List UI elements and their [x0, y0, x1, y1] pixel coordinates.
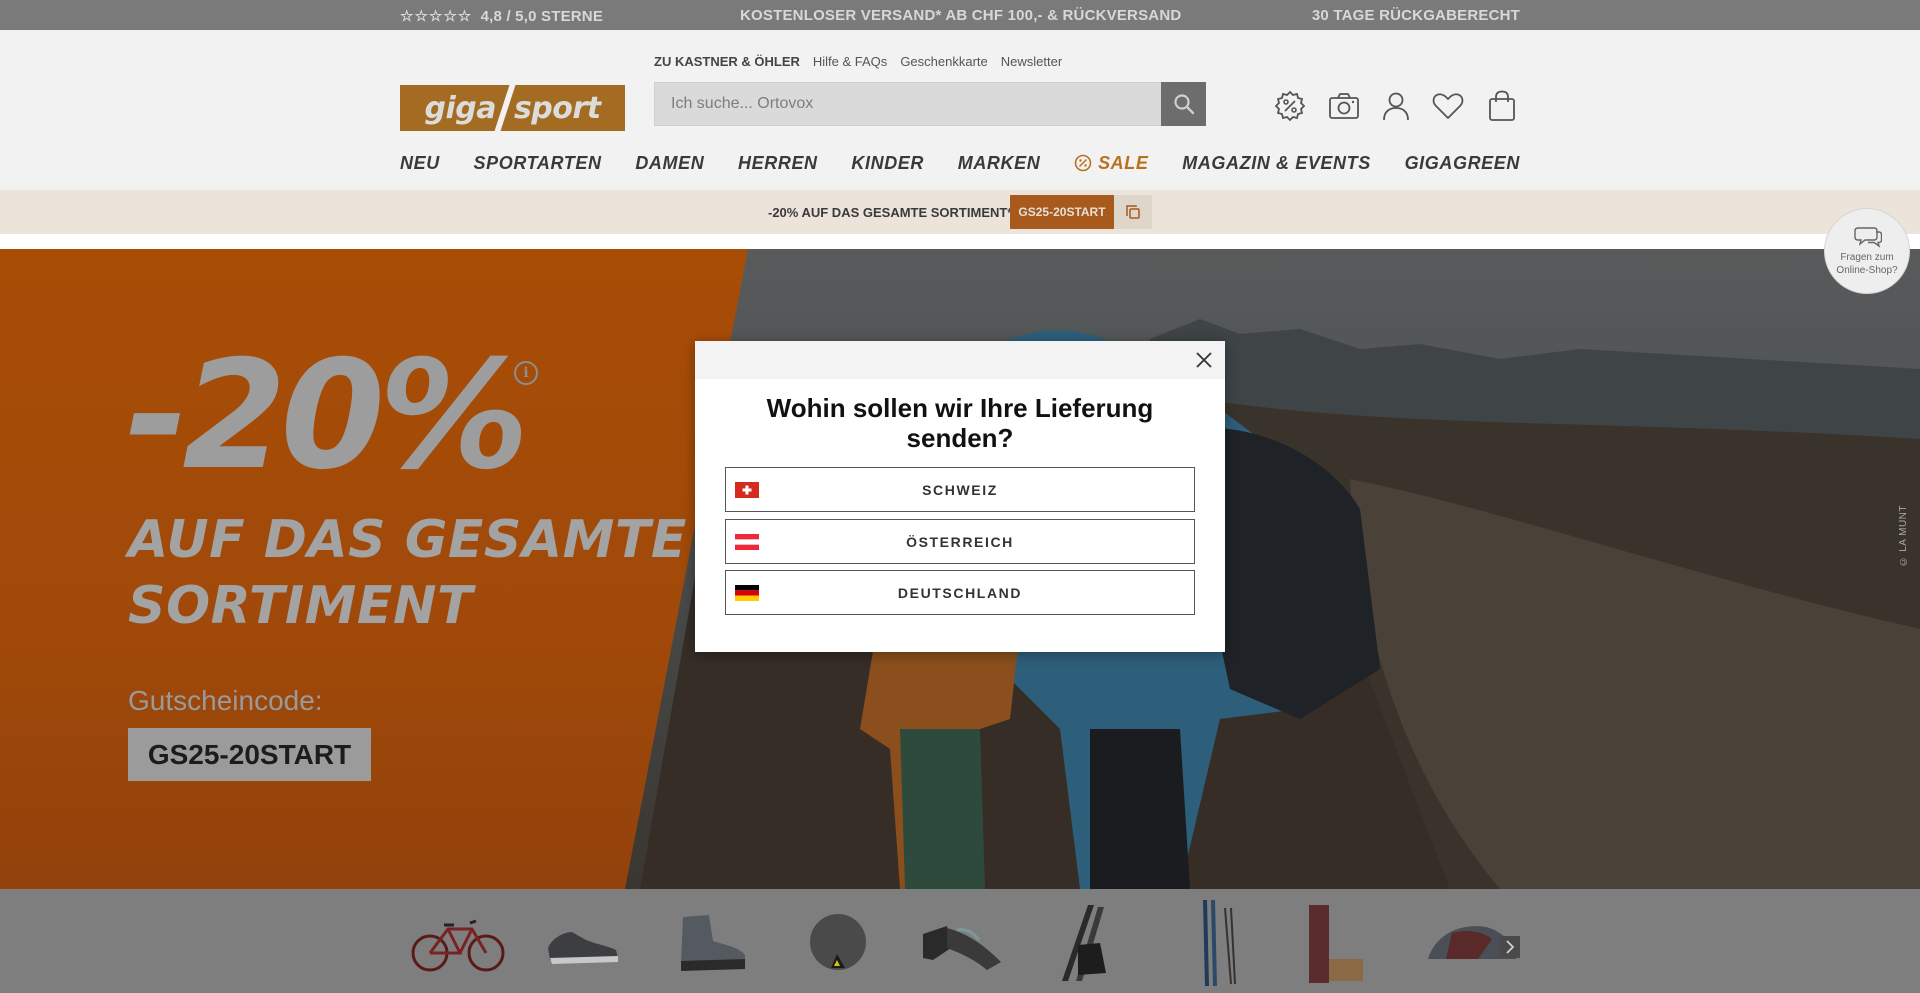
promo-text: -20% AUF DAS GESAMTE SORTIMENT*: [768, 205, 1013, 220]
category-climbing-shoes[interactable]: [912, 903, 1012, 983]
logo-text-sport: sport: [513, 90, 601, 126]
search-box: [654, 82, 1162, 126]
camera-icon: [1329, 93, 1359, 119]
copy-icon: [1126, 205, 1140, 219]
shipping-info: KOSTENLOSER VERSAND* AB CHF 100,- & RÜCK…: [740, 7, 1182, 24]
country-label: DEUTSCHLAND: [897, 584, 1023, 601]
link-help-faq[interactable]: Hilfe & FAQs: [813, 54, 887, 69]
nav-item-gigagreen[interactable]: GIGAGREEN: [1405, 153, 1520, 174]
carousel-next-button[interactable]: [1500, 936, 1520, 958]
logo-separator: [494, 85, 516, 131]
link-newsletter[interactable]: Newsletter: [1001, 54, 1062, 69]
modal-close-button[interactable]: [1193, 349, 1215, 371]
copy-code-button[interactable]: [1114, 195, 1152, 229]
search-icon: [1173, 94, 1194, 115]
service-links: ZU KASTNER & ÖHLER Hilfe & FAQs Geschenk…: [654, 54, 1062, 69]
category-skis[interactable]: [1166, 900, 1266, 986]
country-button-schweiz[interactable]: SCHWEIZ: [725, 467, 1195, 512]
category-bike[interactable]: [408, 903, 508, 983]
austrian-flag-icon: [735, 534, 759, 550]
modal-header: [695, 341, 1225, 379]
top-info-bar: ☆☆☆☆☆ 4,8 / 5,0 STERNE KOSTENLOSER VERSA…: [0, 0, 1920, 30]
gigasport-logo[interactable]: giga sport: [400, 85, 625, 131]
category-fitness-ball[interactable]: [788, 903, 888, 983]
hiking-boot-icon: [681, 915, 745, 971]
chat-label-line1: Fragen zum: [1840, 252, 1894, 263]
logo-text-giga: giga: [424, 90, 496, 126]
cart-icon: [1489, 90, 1515, 121]
hero-headline: AUF DAS GESAMTE SORTIMENT: [128, 507, 688, 639]
yoga-mat-icon: [1309, 905, 1363, 983]
main-navigation: NEU SPORTARTEN DAMEN HERREN KINDER MARKE…: [400, 148, 1520, 178]
hero-headline-line2: SORTIMENT: [128, 576, 473, 636]
info-icon[interactable]: i: [514, 361, 538, 385]
voucher-label: Gutscheincode:: [128, 685, 323, 716]
nav-item-sale[interactable]: SALE: [1074, 153, 1148, 174]
swiss-flag-icon: [735, 482, 759, 498]
climbing-shoes-icon: [923, 926, 1001, 970]
category-yoga-mat[interactable]: [1286, 903, 1386, 983]
chat-widget[interactable]: Fragen zum Online-Shop?: [1824, 208, 1910, 294]
german-flag-icon: [735, 585, 759, 601]
cart-button[interactable]: [1484, 88, 1520, 124]
voucher-code: GS25-20START: [128, 728, 371, 781]
camera-search-button[interactable]: [1326, 88, 1362, 124]
site-header: ZU KASTNER & ÖHLER Hilfe & FAQs Geschenk…: [0, 30, 1920, 190]
ski-boots-icon: [1062, 905, 1106, 981]
account-button[interactable]: [1378, 88, 1414, 124]
close-icon: [1196, 352, 1212, 368]
rating-text: 4,8 / 5,0 STERNE: [480, 8, 604, 25]
nav-item-kinder[interactable]: KINDER: [851, 153, 924, 174]
chevron-right-icon: [1506, 940, 1515, 954]
skis-icon: [1203, 900, 1236, 986]
nav-item-damen[interactable]: DAMEN: [635, 153, 704, 174]
nav-item-neu[interactable]: NEU: [400, 153, 440, 174]
search-button[interactable]: [1161, 82, 1206, 126]
nav-item-marken[interactable]: MARKEN: [958, 153, 1041, 174]
promo-code[interactable]: GS25-20START: [1010, 195, 1114, 229]
country-label: SCHWEIZ: [922, 481, 998, 498]
sale-tag-icon: [1074, 154, 1092, 172]
chat-label-line2: Online-Shop?: [1836, 265, 1898, 276]
rating-info[interactable]: ☆☆☆☆☆ 4,8 / 5,0 STERNE: [400, 7, 603, 25]
hero-headline-line1: AUF DAS GESAMTE: [128, 510, 687, 570]
country-label: ÖSTERREICH: [906, 533, 1014, 550]
link-gift-card[interactable]: Geschenkkarte: [900, 54, 987, 69]
category-carousel: [0, 889, 1920, 993]
fitness-ball-icon: [810, 914, 866, 970]
chat-label: Fragen zum Online-Shop?: [1836, 251, 1897, 277]
category-hiking-boot[interactable]: [662, 903, 762, 983]
bike-icon: [411, 919, 505, 972]
hero-discount: -20%: [126, 329, 529, 503]
discount-button[interactable]: [1272, 88, 1308, 124]
rating-stars: ☆☆☆☆☆: [400, 8, 473, 25]
country-button-oesterreich[interactable]: ÖSTERREICH: [725, 519, 1195, 564]
modal-title: Wohin sollen wir Ihre Lieferung senden?: [766, 393, 1154, 453]
nav-item-sportarten[interactable]: SPORTARTEN: [474, 153, 602, 174]
nav-item-herren[interactable]: HERREN: [738, 153, 818, 174]
category-ski-boots[interactable]: [1036, 903, 1136, 983]
search-input[interactable]: [655, 83, 1162, 125]
promo-banner: -20% AUF DAS GESAMTE SORTIMENT* GS25-20S…: [0, 190, 1920, 234]
nav-item-sale-label: SALE: [1098, 152, 1149, 173]
category-running-shoe[interactable]: [532, 903, 632, 983]
wishlist-icon: [1432, 93, 1464, 119]
discount-icon: [1274, 90, 1306, 122]
chat-icon: [1854, 227, 1882, 248]
running-shoe-icon: [548, 932, 618, 964]
wishlist-button[interactable]: [1430, 88, 1466, 124]
delivery-country-modal: Wohin sollen wir Ihre Lieferung senden? …: [695, 341, 1225, 652]
account-icon: [1383, 92, 1409, 121]
country-button-deutschland[interactable]: DEUTSCHLAND: [725, 570, 1195, 615]
photo-copyright: © LA MUNT: [1898, 505, 1909, 567]
link-kastner-oehler[interactable]: ZU KASTNER & ÖHLER: [654, 54, 800, 69]
return-info: 30 TAGE RÜCKGABERECHT: [1311, 7, 1520, 24]
nav-item-magazin-events[interactable]: MAGAZIN & EVENTS: [1182, 153, 1371, 174]
